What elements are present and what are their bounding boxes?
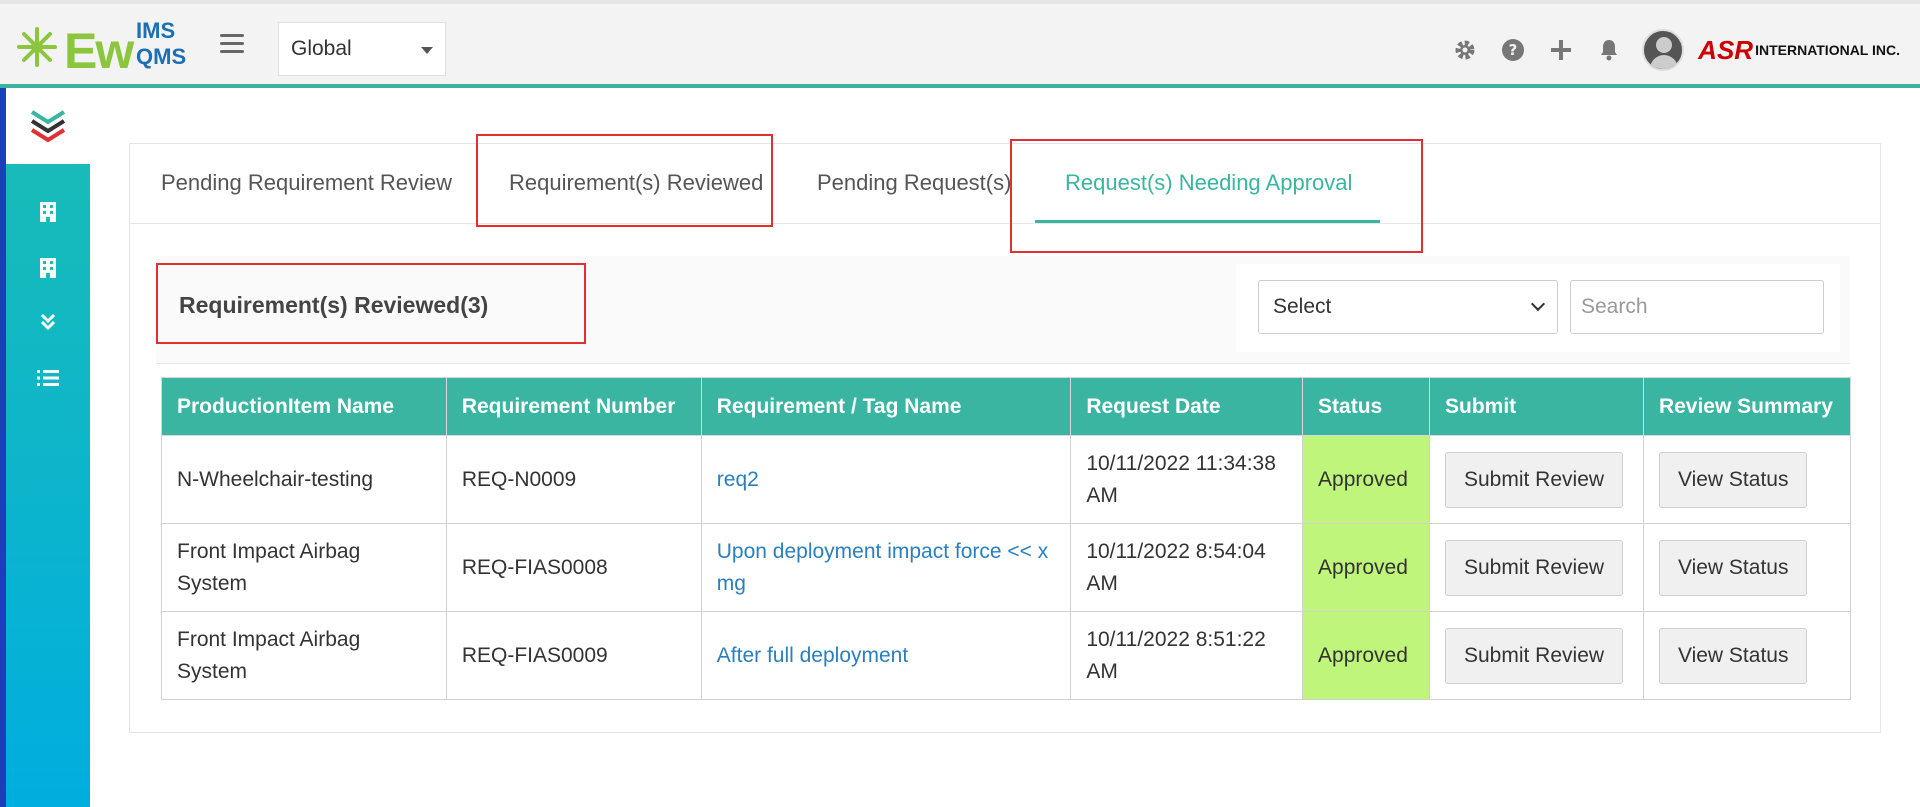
cell-item-name: Front Impact Airbag System (161, 611, 447, 700)
sun-logo-icon (17, 27, 57, 67)
submit-review-button[interactable]: Submit Review (1444, 627, 1624, 684)
header-actions: ? ASR INTERNATIONAL INC. (1432, 28, 1900, 72)
menu-toggle-icon[interactable] (220, 34, 244, 54)
company-logo: ASR INTERNATIONAL INC. (1698, 35, 1900, 66)
logo-text-main: Ew (64, 23, 134, 79)
sidebar-item-list[interactable] (6, 358, 90, 398)
cell-request-date: 10/11/2022 8:51:22 AM (1070, 611, 1304, 700)
active-tab-indicator (1035, 220, 1380, 223)
column-header[interactable]: ProductionItem Name (161, 377, 447, 436)
filter-select-value: Select (1273, 295, 1332, 318)
plus-icon[interactable] (1546, 35, 1576, 65)
requirement-link[interactable]: req2 (700, 435, 1072, 524)
cell-item-name: Front Impact Airbag System (161, 523, 447, 612)
search-input[interactable]: Search (1570, 280, 1824, 334)
column-header[interactable]: Submit (1428, 377, 1644, 436)
tab-requests-needing-approval[interactable]: Request(s) Needing Approval (1065, 170, 1352, 196)
submit-review-button[interactable]: Submit Review (1444, 451, 1624, 508)
company-mark: ASR (1698, 34, 1754, 65)
building-icon (40, 202, 56, 222)
section-title: Requirement(s) Reviewed(3) (179, 292, 489, 318)
search-placeholder: Search (1581, 295, 1648, 318)
building-icon (40, 258, 56, 278)
requirements-table: ProductionItem Name Requirement Number R… (161, 377, 1852, 700)
help-icon[interactable]: ? (1498, 35, 1528, 65)
section-header: Requirement(s) Reviewed(3) Select Search (156, 256, 1850, 364)
filter-bar: Select Search (1236, 264, 1840, 352)
view-status-button[interactable]: View Status (1658, 451, 1808, 508)
cell-submit: Submit Review (1428, 523, 1644, 612)
tab-bar: Pending Requirement Review Requirement(s… (130, 144, 1880, 224)
scope-select[interactable]: Global (278, 22, 446, 76)
scope-select-value: Global (291, 37, 352, 60)
column-header[interactable]: Requirement Number (445, 377, 702, 436)
status-badge: Approved (1302, 435, 1430, 524)
column-header[interactable]: Requirement / Tag Name (700, 377, 1072, 436)
sidebar-item-home[interactable] (6, 88, 90, 164)
table-row: Front Impact Airbag System REQ-FIAS0008 … (161, 523, 1852, 612)
tab-pending-requests[interactable]: Pending Request(s) (817, 170, 1011, 196)
app-logo[interactable]: Ew IMS QMS (16, 18, 196, 79)
sidebar-item-organization[interactable] (6, 192, 90, 232)
column-header[interactable]: Review Summary (1642, 377, 1852, 436)
gear-icon[interactable] (1450, 35, 1480, 65)
sidebar (0, 88, 90, 807)
top-header: Ew IMS QMS Global ? ASR INTERNATIONAL IN… (0, 0, 1920, 88)
cell-review-summary: View Status (1642, 611, 1852, 700)
bell-icon[interactable] (1594, 35, 1624, 65)
tab-requirements-reviewed[interactable]: Requirement(s) Reviewed (509, 170, 763, 196)
chevrons-logo-icon (30, 110, 66, 143)
logo-text-top: IMS (136, 18, 176, 43)
cell-submit: Submit Review (1428, 435, 1644, 524)
submit-review-button[interactable]: Submit Review (1444, 539, 1624, 596)
view-status-button[interactable]: View Status (1658, 539, 1808, 596)
company-name: INTERNATIONAL INC. (1755, 42, 1900, 58)
view-status-button[interactable]: View Status (1658, 627, 1808, 684)
logo-text-bottom: QMS (136, 44, 187, 69)
requirement-link[interactable]: After full deployment (700, 611, 1072, 700)
cell-item-name: N-Wheelchair-testing (161, 435, 447, 524)
cell-requirement-number: REQ-FIAS0008 (445, 523, 702, 612)
double-chevron-down-icon (40, 313, 56, 331)
requirement-link[interactable]: Upon deployment impact force << x mg (700, 523, 1072, 612)
filter-select[interactable]: Select (1258, 280, 1558, 334)
list-icon (37, 370, 59, 386)
cell-requirement-number: REQ-FIAS0009 (445, 611, 702, 700)
column-header[interactable]: Request Date (1070, 377, 1304, 436)
table-row: N-Wheelchair-testing REQ-N0009 req2 10/1… (161, 435, 1852, 524)
status-badge: Approved (1302, 523, 1430, 612)
cell-request-date: 10/11/2022 11:34:38 AM (1070, 435, 1304, 524)
status-badge: Approved (1302, 611, 1430, 700)
cell-requirement-number: REQ-N0009 (445, 435, 702, 524)
user-avatar[interactable] (1642, 29, 1685, 71)
cell-review-summary: View Status (1642, 435, 1852, 524)
column-header[interactable]: Status (1302, 377, 1430, 436)
cell-review-summary: View Status (1642, 523, 1852, 612)
tab-pending-requirement-review[interactable]: Pending Requirement Review (161, 170, 452, 196)
sidebar-item-expand[interactable] (6, 302, 90, 342)
sidebar-item-facility[interactable] (6, 248, 90, 288)
cell-submit: Submit Review (1428, 611, 1644, 700)
svg-text:?: ? (1509, 41, 1518, 59)
table-row: Front Impact Airbag System REQ-FIAS0009 … (161, 611, 1852, 700)
cell-request-date: 10/11/2022 8:54:04 AM (1070, 523, 1304, 612)
main-card: Pending Requirement Review Requirement(s… (129, 143, 1881, 733)
table-header-row: ProductionItem Name Requirement Number R… (161, 377, 1852, 436)
chevron-down-icon (1530, 296, 1546, 312)
caret-down-icon (421, 47, 433, 54)
